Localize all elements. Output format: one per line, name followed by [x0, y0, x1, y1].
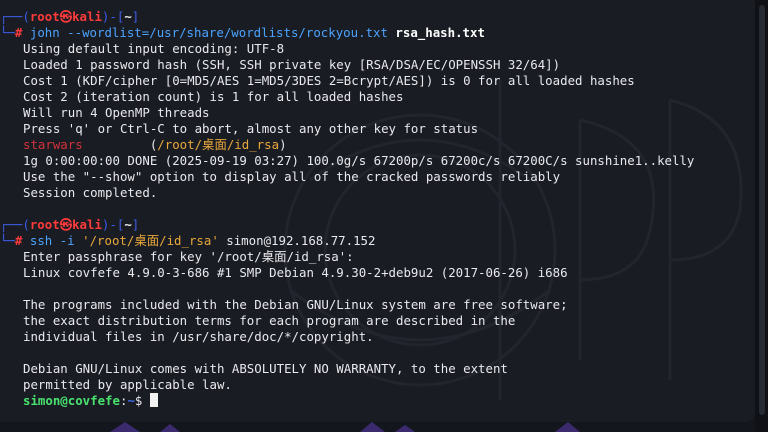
output-line: the exact distribution terms for each pr…	[23, 313, 516, 328]
output-line: Will run 4 OpenMP threads	[23, 105, 210, 120]
output-line: Linux covfefe 4.9.0-3-686 #1 SMP Debian …	[23, 265, 568, 280]
output-line: The programs included with the Debian GN…	[23, 297, 568, 312]
desktop-wallpaper-icon	[110, 422, 580, 432]
output-line: Cost 1 (KDF/cipher [0=MD5/AES 1=MD5/3DES…	[23, 73, 635, 88]
output-line: Use the "--show" option to display all o…	[23, 169, 561, 184]
output-line: Press 'q' or Ctrl-C to abort, almost any…	[23, 121, 479, 136]
remote-shell-prompt[interactable]: simon@covfefe:~$	[0, 393, 755, 409]
output-line: Enter passphrase for key '/root/桌面/id_rs…	[23, 249, 354, 264]
text-cursor	[149, 393, 158, 407]
terminal-window[interactable]: ┌──(root㉿kali)-[~] └─# john --wordlist=/…	[0, 0, 755, 422]
scrollbar[interactable]	[755, 0, 768, 432]
terminal-output: ┌──(root㉿kali)-[~] └─# john --wordlist=/…	[0, 9, 755, 409]
command-line: └─# john --wordlist=/usr/share/wordlists…	[0, 25, 485, 40]
output-line: Loaded 1 password hash (SSH, SSH private…	[23, 57, 561, 72]
cracked-password-line: starwars (/root/桌面/id_rsa)	[23, 137, 287, 152]
output-line: Cost 2 (iteration count) is 1 for all lo…	[23, 89, 404, 104]
output-line: individual files in /usr/share/doc/*/cop…	[23, 329, 374, 344]
output-line: Session completed.	[23, 185, 158, 200]
command-name: john	[29, 25, 60, 40]
output-line: Using default input encoding: UTF-8	[23, 41, 285, 56]
command-name: ssh	[29, 233, 53, 248]
cracked-password: starwars	[23, 137, 83, 152]
scrollbar-thumb[interactable]	[759, 5, 765, 415]
output-line: 1g 0:00:00:00 DONE (2025-09-19 03:27) 10…	[23, 153, 695, 168]
output-line: permitted by applicable law.	[23, 377, 232, 392]
output-line: Debian GNU/Linux comes with ABSOLUTELY N…	[23, 361, 508, 376]
prompt-line-top: ┌──(root㉿kali)-[~]	[0, 9, 140, 24]
prompt-line-top: ┌──(root㉿kali)-[~]	[0, 217, 140, 232]
command-line: └─# ssh -i '/root/桌面/id_rsa' simon@192.1…	[0, 233, 376, 248]
